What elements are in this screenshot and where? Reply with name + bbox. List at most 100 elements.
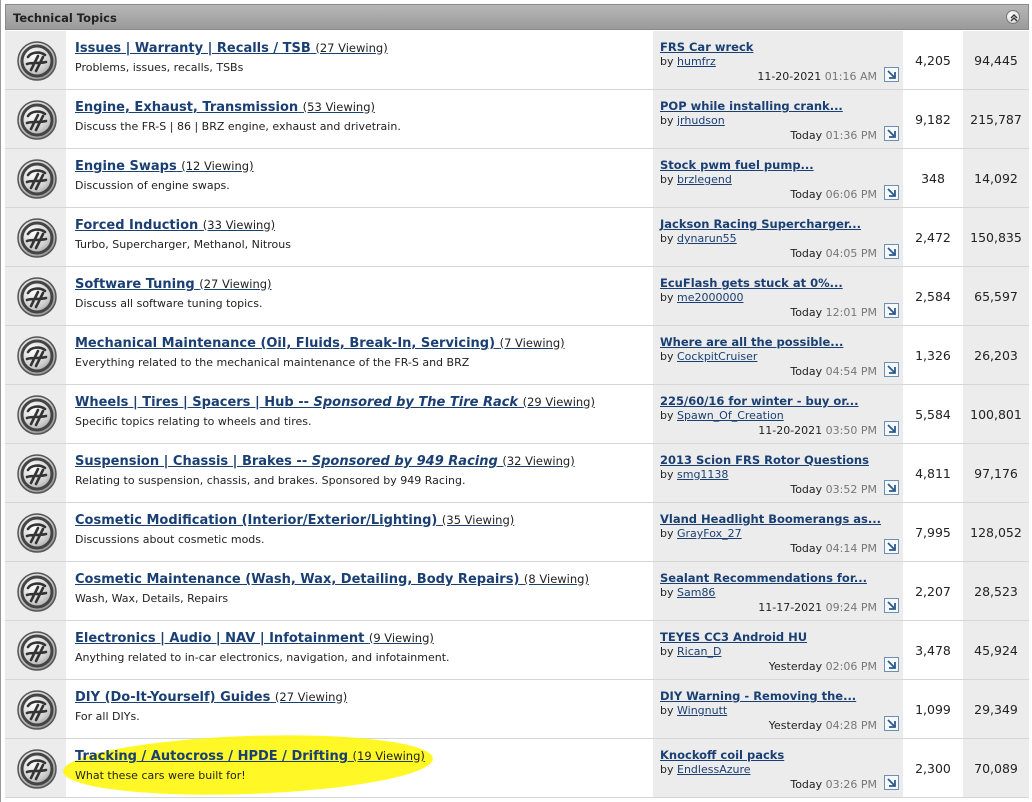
viewing-count: (27 Viewing) bbox=[274, 690, 348, 704]
go-to-last-post-icon[interactable] bbox=[884, 775, 899, 790]
forum-title-link[interactable]: Engine Swaps (12 Viewing) bbox=[75, 159, 254, 174]
last-post-user-link[interactable]: me2000000 bbox=[677, 291, 743, 304]
posts-count-cell: 65,597 bbox=[963, 267, 1029, 325]
last-post-title-link[interactable]: Where are all the possible... bbox=[660, 335, 843, 349]
last-post-title-link[interactable]: Vland Headlight Boomerangs as... bbox=[660, 512, 881, 526]
forum-title-link[interactable]: Engine, Exhaust, Transmission (53 Viewin… bbox=[75, 100, 375, 115]
last-post-cell: Jackson Racing Supercharger... by dynarun… bbox=[653, 208, 903, 266]
forum-status-icon bbox=[16, 276, 58, 318]
threads-count-cell: 2,472 bbox=[904, 208, 962, 266]
last-post-cell: 225/60/16 for winter - buy or... by Spawn… bbox=[653, 385, 903, 443]
last-post-author: by me2000000 bbox=[660, 291, 744, 304]
last-post-title-link[interactable]: EcuFlash gets stuck at 0%... bbox=[660, 276, 843, 290]
last-post-user-link[interactable]: jrhudson bbox=[677, 114, 725, 127]
last-post-cell: FRS Car wreck by humfrz 11-20-2021 01:16 A… bbox=[653, 31, 903, 89]
forum-info-cell: Suspension | Chassis | Brakes -- Sponsor… bbox=[68, 444, 652, 502]
forum-icon-cell bbox=[5, 385, 67, 443]
forum-status-icon bbox=[16, 689, 58, 731]
last-post-title-link[interactable]: Jackson Racing Supercharger... bbox=[660, 217, 861, 231]
last-post-user-link[interactable]: EndlessAzure bbox=[677, 763, 751, 776]
go-to-last-post-icon[interactable] bbox=[884, 421, 899, 436]
forum-description: Discussions about cosmetic mods. bbox=[75, 533, 265, 546]
go-to-last-post-icon[interactable] bbox=[884, 244, 899, 259]
go-to-last-post-icon[interactable] bbox=[884, 362, 899, 377]
forum-status-icon bbox=[16, 512, 58, 554]
last-post-title-link[interactable]: Knockoff coil packs bbox=[660, 748, 784, 762]
collapse-up-icon[interactable] bbox=[1006, 10, 1020, 24]
last-post-user-link[interactable]: Spawn_Of_Creation bbox=[677, 409, 784, 422]
threads-count: 1,099 bbox=[915, 702, 951, 717]
go-to-last-post-icon[interactable] bbox=[884, 185, 899, 200]
forum-title-link[interactable]: DIY (Do-It-Yourself) Guides (27 Viewing) bbox=[75, 690, 347, 705]
last-post-title-link[interactable]: TEYES CC3 Android HU bbox=[660, 630, 807, 644]
viewing-count: (9 Viewing) bbox=[368, 631, 434, 645]
forum-description: Discuss the FR-S | 86 | BRZ engine, exha… bbox=[75, 120, 401, 133]
go-to-last-post-icon[interactable] bbox=[884, 598, 899, 613]
last-post-author: by CockpitCruiser bbox=[660, 350, 758, 363]
forum-title-link[interactable]: Suspension | Chassis | Brakes -- Sponsor… bbox=[75, 454, 575, 469]
last-post-title-link[interactable]: 2013 Scion FRS Rotor Questions bbox=[660, 453, 869, 467]
category-title: Technical Topics bbox=[13, 11, 117, 25]
last-post-user-link[interactable]: Sam86 bbox=[677, 586, 715, 599]
forum-description: Specific topics relating to wheels and t… bbox=[75, 415, 312, 428]
last-post-cell: 2013 Scion FRS Rotor Questions by smg1138… bbox=[653, 444, 903, 502]
threads-count: 9,182 bbox=[915, 112, 951, 127]
posts-count: 128,052 bbox=[970, 525, 1022, 540]
last-post-title-link[interactable]: Sealant Recommendations for... bbox=[660, 571, 867, 585]
go-to-last-post-icon[interactable] bbox=[884, 126, 899, 141]
last-post-date: Today 06:06 PM bbox=[790, 188, 877, 201]
go-to-last-post-icon[interactable] bbox=[884, 657, 899, 672]
forum-info-cell: Engine Swaps (12 Viewing) Discussion of e… bbox=[68, 149, 652, 207]
last-post-user-link[interactable]: CockpitCruiser bbox=[677, 350, 757, 363]
forum-title-link[interactable]: Tracking / Autocross / HPDE / Drifting (… bbox=[75, 749, 425, 764]
last-post-cell: TEYES CC3 Android HU by Rican_D Yesterday … bbox=[653, 621, 903, 679]
forum-title-link[interactable]: Mechanical Maintenance (Oil, Fluids, Bre… bbox=[75, 336, 565, 351]
last-post-user-link[interactable]: humfrz bbox=[677, 55, 716, 68]
viewing-count: (27 Viewing) bbox=[199, 277, 272, 291]
last-post-user-link[interactable]: GrayFox_27 bbox=[677, 527, 742, 540]
row-divider bbox=[5, 797, 1029, 798]
last-post-user-link[interactable]: Rican_D bbox=[677, 645, 721, 658]
threads-count: 2,300 bbox=[915, 761, 951, 776]
forum-info-cell: Electronics | Audio | NAV | Infotainment… bbox=[68, 621, 652, 679]
forum-row: Software Tuning (27 Viewing) Discuss all … bbox=[5, 267, 1029, 326]
forum-info-cell: Issues | Warranty | Recalls / TSB (27 Vi… bbox=[68, 31, 652, 89]
forum-title-link[interactable]: Cosmetic Modification (Interior/Exterior… bbox=[75, 513, 514, 528]
forum-description: What these cars were built for! bbox=[75, 769, 246, 782]
go-to-last-post-icon[interactable] bbox=[884, 67, 899, 82]
viewing-count: (12 Viewing) bbox=[181, 159, 254, 173]
last-post-user-link[interactable]: dynarun55 bbox=[677, 232, 737, 245]
posts-count: 14,092 bbox=[974, 171, 1018, 186]
posts-count-cell: 26,203 bbox=[963, 326, 1029, 384]
last-post-author: by Spawn_Of_Creation bbox=[660, 409, 784, 422]
forum-status-icon bbox=[16, 99, 58, 141]
go-to-last-post-icon[interactable] bbox=[884, 716, 899, 731]
forum-title-link[interactable]: Forced Induction (33 Viewing) bbox=[75, 218, 275, 233]
last-post-title-link[interactable]: POP while installing crank... bbox=[660, 99, 843, 113]
forum-row: Wheels | Tires | Spacers | Hub -- Sponso… bbox=[5, 385, 1029, 444]
go-to-last-post-icon[interactable] bbox=[884, 303, 899, 318]
forum-row: Cosmetic Maintenance (Wash, Wax, Detaili… bbox=[5, 562, 1029, 621]
go-to-last-post-icon[interactable] bbox=[884, 539, 899, 554]
last-post-title-link[interactable]: Stock pwm fuel pump... bbox=[660, 158, 814, 172]
last-post-user-link[interactable]: Wingnutt bbox=[677, 704, 727, 717]
forum-status-icon bbox=[16, 571, 58, 613]
last-post-title-link[interactable]: DIY Warning - Removing the... bbox=[660, 689, 856, 703]
forum-icon-cell bbox=[5, 562, 67, 620]
forum-title-link[interactable]: Wheels | Tires | Spacers | Hub -- Sponso… bbox=[75, 395, 595, 410]
threads-count-cell: 4,811 bbox=[904, 444, 962, 502]
go-to-last-post-icon[interactable] bbox=[884, 480, 899, 495]
forum-title-link[interactable]: Issues | Warranty | Recalls / TSB (27 Vi… bbox=[75, 41, 388, 56]
forum-title-link[interactable]: Electronics | Audio | NAV | Infotainment… bbox=[75, 631, 434, 646]
forum-title-link[interactable]: Software Tuning (27 Viewing) bbox=[75, 277, 272, 292]
last-post-title-link[interactable]: FRS Car wreck bbox=[660, 40, 753, 54]
forum-title-link[interactable]: Cosmetic Maintenance (Wash, Wax, Detaili… bbox=[75, 572, 589, 587]
last-post-date: Today 12:01 PM bbox=[790, 306, 877, 319]
last-post-user-link[interactable]: smg1138 bbox=[677, 468, 728, 481]
last-post-user-link[interactable]: brzlegend bbox=[677, 173, 732, 186]
last-post-title-link[interactable]: 225/60/16 for winter - buy or... bbox=[660, 394, 858, 408]
threads-count: 5,584 bbox=[915, 407, 951, 422]
category-header: Technical Topics bbox=[5, 4, 1029, 30]
last-post-cell: EcuFlash gets stuck at 0%... by me2000000… bbox=[653, 267, 903, 325]
forum-description: Discuss all software tuning topics. bbox=[75, 297, 263, 310]
